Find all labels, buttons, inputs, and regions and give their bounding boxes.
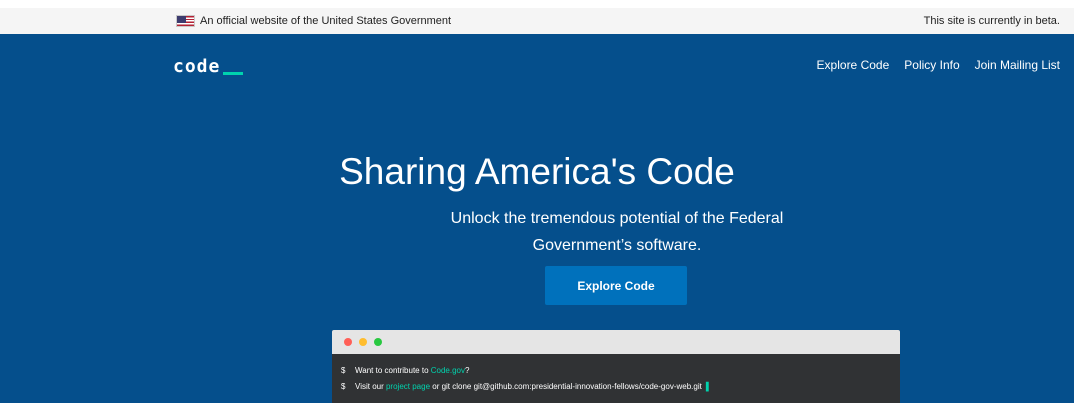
hero-subtitle: Unlock the tremendous potential of the F… bbox=[450, 210, 784, 254]
us-flag-icon bbox=[176, 15, 195, 27]
official-government-banner: An official website of the United States… bbox=[0, 8, 1074, 34]
terminal-text: Visit our bbox=[355, 382, 386, 391]
official-website-text: An official website of the United States… bbox=[200, 15, 452, 27]
nav-explore-code-link[interactable]: Explore Code bbox=[817, 56, 890, 74]
close-dot-icon bbox=[344, 338, 352, 346]
terminal-prompt: $ bbox=[341, 366, 346, 375]
nav-policy-info-link[interactable]: Policy Info bbox=[904, 56, 959, 74]
hero-title: Sharing America's Code bbox=[339, 151, 735, 192]
beta-status-text: This site is currently in beta. bbox=[923, 15, 1060, 27]
terminal-title-bar bbox=[332, 330, 900, 354]
code-gov-home-page: An official website of the United States… bbox=[0, 0, 1074, 403]
terminal-cursor-icon: ▌ bbox=[705, 382, 712, 391]
project-page-link[interactable]: project page bbox=[386, 382, 430, 391]
minimize-dot-icon bbox=[359, 338, 367, 346]
terminal-text: Want to contribute to bbox=[355, 366, 431, 375]
code-logo[interactable]: code bbox=[173, 55, 244, 79]
logo-text: code bbox=[173, 56, 221, 77]
logo-cursor-icon bbox=[223, 72, 244, 75]
terminal-prompt: $ bbox=[341, 382, 346, 391]
nav-join-mailing-list-link[interactable]: Join Mailing List bbox=[975, 56, 1060, 74]
terminal-line-contribute: $ Want to contribute to Code.gov? bbox=[341, 364, 469, 377]
terminal-text: ? bbox=[465, 366, 470, 375]
git-clone-command: or git clone git@github.com:presidential… bbox=[430, 382, 702, 391]
code-gov-link[interactable]: Code.gov bbox=[431, 366, 465, 375]
maximize-dot-icon bbox=[374, 338, 382, 346]
terminal-body: $ Want to contribute to Code.gov? $ Visit … bbox=[332, 354, 900, 403]
flag-canton bbox=[177, 16, 186, 23]
terminal-line-project-page: $ Visit our project page or git clone git… bbox=[341, 380, 712, 393]
top-navigation: Explore Code Policy Info Join Mailing Li… bbox=[817, 56, 1060, 74]
explore-code-button[interactable]: Explore Code bbox=[545, 266, 687, 305]
hero-section: code Explore Code Policy Info Join Maili… bbox=[0, 34, 1074, 403]
terminal-window: $ Want to contribute to Code.gov? $ Visit … bbox=[332, 330, 900, 403]
